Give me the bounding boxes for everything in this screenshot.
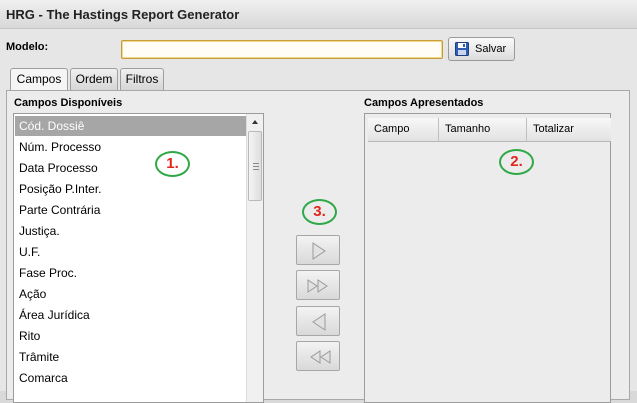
title-bar: HRG - The Hastings Report Generator <box>0 0 637 29</box>
list-item[interactable]: Data Processo <box>15 158 246 178</box>
list-item[interactable]: Área Jurídica <box>15 305 246 325</box>
grip-line <box>253 166 259 167</box>
tab-campos[interactable]: Campos <box>10 68 68 91</box>
available-fields-list[interactable]: Cód. Dossiê Núm. Processo Data Processo … <box>13 113 264 403</box>
grid-header: Campo Tamanho Totalizar <box>368 118 611 142</box>
move-all-right-button[interactable] <box>296 270 340 300</box>
column-header-totalizar[interactable]: Totalizar <box>527 118 611 141</box>
list-item[interactable]: U.F. <box>15 242 246 262</box>
presented-fields-grid[interactable]: Campo Tamanho Totalizar <box>364 113 611 403</box>
floppy-disk-icon <box>455 42 469 56</box>
double-arrow-left-icon <box>310 350 331 364</box>
list-item[interactable]: Ação <box>15 284 246 304</box>
save-button[interactable]: Salvar <box>448 37 515 61</box>
tab-ordem[interactable]: Ordem <box>70 68 118 90</box>
scroll-up-button[interactable] <box>247 114 263 130</box>
list-scrollbar[interactable] <box>246 114 263 402</box>
available-fields-header: Campos Disponíveis <box>14 97 123 109</box>
list-item[interactable]: Trâmite <box>15 347 246 367</box>
move-all-left-button[interactable] <box>296 341 340 371</box>
modelo-label: Modelo: <box>6 41 49 53</box>
move-right-button[interactable] <box>296 235 340 265</box>
presented-fields-header: Campos Apresentados <box>364 97 484 109</box>
modelo-input[interactable] <box>121 40 443 59</box>
save-button-label: Salvar <box>475 43 507 55</box>
double-arrow-right-icon <box>307 279 328 293</box>
move-left-button[interactable] <box>296 306 340 336</box>
tab-filtros[interactable]: Filtros <box>120 68 164 90</box>
list-item[interactable]: Fase Proc. <box>15 263 246 283</box>
annotation-marker-3: 3. <box>302 199 337 225</box>
list-item[interactable]: Comarca <box>15 368 246 388</box>
list-item[interactable]: Posição P.Inter. <box>15 179 246 199</box>
scroll-thumb[interactable] <box>248 131 262 201</box>
list-item[interactable]: Rito <box>15 326 246 346</box>
list-item[interactable]: Cód. Dossiê <box>15 116 246 136</box>
list-item[interactable]: Núm. Processo <box>15 137 246 157</box>
annotation-marker-2: 2. <box>499 149 534 175</box>
annotation-marker-1: 1. <box>155 151 190 177</box>
column-header-campo[interactable]: Campo <box>368 118 439 141</box>
grip-line <box>253 163 259 164</box>
app-window: HRG - The Hastings Report Generator Mode… <box>0 0 637 403</box>
column-header-tamanho[interactable]: Tamanho <box>439 118 527 141</box>
list-item[interactable]: Justiça. <box>15 221 246 241</box>
list-item[interactable]: Parte Contrária <box>15 200 246 220</box>
window-title: HRG - The Hastings Report Generator <box>6 7 240 22</box>
chevron-up-icon <box>252 120 258 124</box>
arrow-right-icon <box>312 242 326 260</box>
grip-line <box>253 169 259 170</box>
arrow-left-icon <box>312 313 326 331</box>
